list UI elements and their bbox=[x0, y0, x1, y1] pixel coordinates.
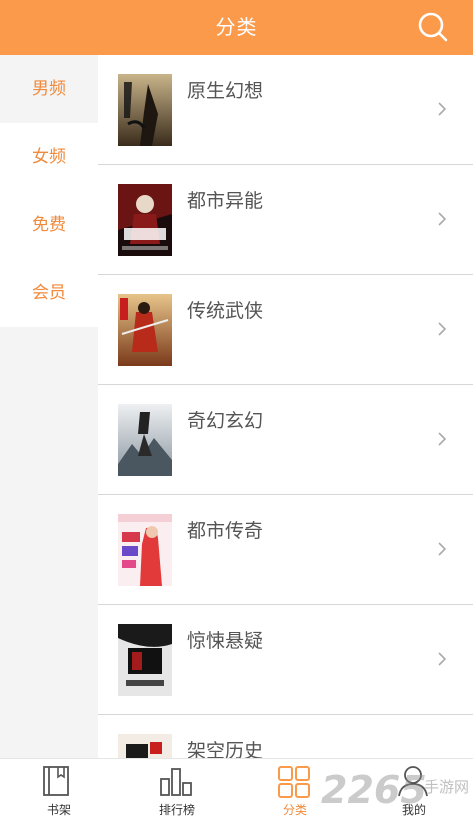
category-row[interactable]: 奇幻玄幻 bbox=[98, 385, 473, 495]
category-row[interactable]: 传统武侠 bbox=[98, 275, 473, 385]
chevron-right-icon bbox=[438, 652, 447, 666]
ranking-icon bbox=[160, 768, 192, 796]
page-title: 分类 bbox=[215, 15, 258, 39]
tab-ranking[interactable]: 排行榜 bbox=[118, 759, 236, 821]
category-row[interactable]: 惊悚悬疑 bbox=[98, 605, 473, 715]
category-list: 原生幻想 都市异能 传统武侠 奇幻玄幻 都市传奇 惊悚悬疑 架空历史 bbox=[98, 55, 473, 758]
category-row[interactable]: 都市异能 bbox=[98, 165, 473, 275]
watermark-logo: 2265 手游网 bbox=[321, 766, 471, 820]
book-cover-image bbox=[118, 514, 172, 586]
chevron-right-icon bbox=[438, 432, 447, 446]
bookshelf-icon bbox=[43, 766, 69, 796]
sidebar-item-vip[interactable]: 会员 bbox=[0, 259, 98, 327]
category-sidebar: 男频 女频 免费 会员 bbox=[0, 55, 98, 758]
category-row[interactable]: 架空历史 bbox=[98, 715, 473, 758]
tab-bookshelf[interactable]: 书架 bbox=[0, 759, 118, 821]
category-label: 奇幻玄幻 bbox=[187, 410, 264, 432]
watermark-text: 手游网 bbox=[423, 778, 469, 796]
category-label: 惊悚悬疑 bbox=[187, 630, 264, 652]
sidebar-item-free[interactable]: 免费 bbox=[0, 191, 98, 259]
chevron-right-icon bbox=[438, 212, 447, 226]
book-cover-image bbox=[118, 294, 172, 366]
sidebar-item-male[interactable]: 男频 bbox=[0, 55, 98, 123]
category-label: 原生幻想 bbox=[187, 80, 264, 102]
tab-label: 书架 bbox=[46, 803, 71, 817]
category-label: 都市传奇 bbox=[187, 520, 264, 542]
book-cover-image bbox=[118, 74, 172, 146]
chevron-right-icon bbox=[438, 102, 447, 116]
category-icon bbox=[278, 766, 310, 798]
chevron-right-icon bbox=[438, 322, 447, 336]
book-cover-image bbox=[118, 184, 172, 256]
sidebar-item-female[interactable]: 女频 bbox=[0, 123, 98, 191]
category-label: 架空历史 bbox=[187, 740, 264, 758]
category-label: 都市异能 bbox=[187, 190, 264, 212]
category-row[interactable]: 都市传奇 bbox=[98, 495, 473, 605]
book-cover-image bbox=[118, 734, 172, 758]
watermark-number: 2265 bbox=[321, 768, 427, 812]
book-cover-image bbox=[118, 624, 172, 696]
book-cover-image bbox=[118, 404, 172, 476]
chevron-right-icon bbox=[438, 542, 447, 556]
search-button[interactable] bbox=[415, 9, 451, 45]
category-row[interactable]: 原生幻想 bbox=[98, 55, 473, 165]
app-header: 分类 bbox=[0, 0, 473, 55]
category-label: 传统武侠 bbox=[187, 300, 264, 322]
tab-label: 排行榜 bbox=[158, 803, 195, 817]
search-icon bbox=[418, 12, 448, 42]
